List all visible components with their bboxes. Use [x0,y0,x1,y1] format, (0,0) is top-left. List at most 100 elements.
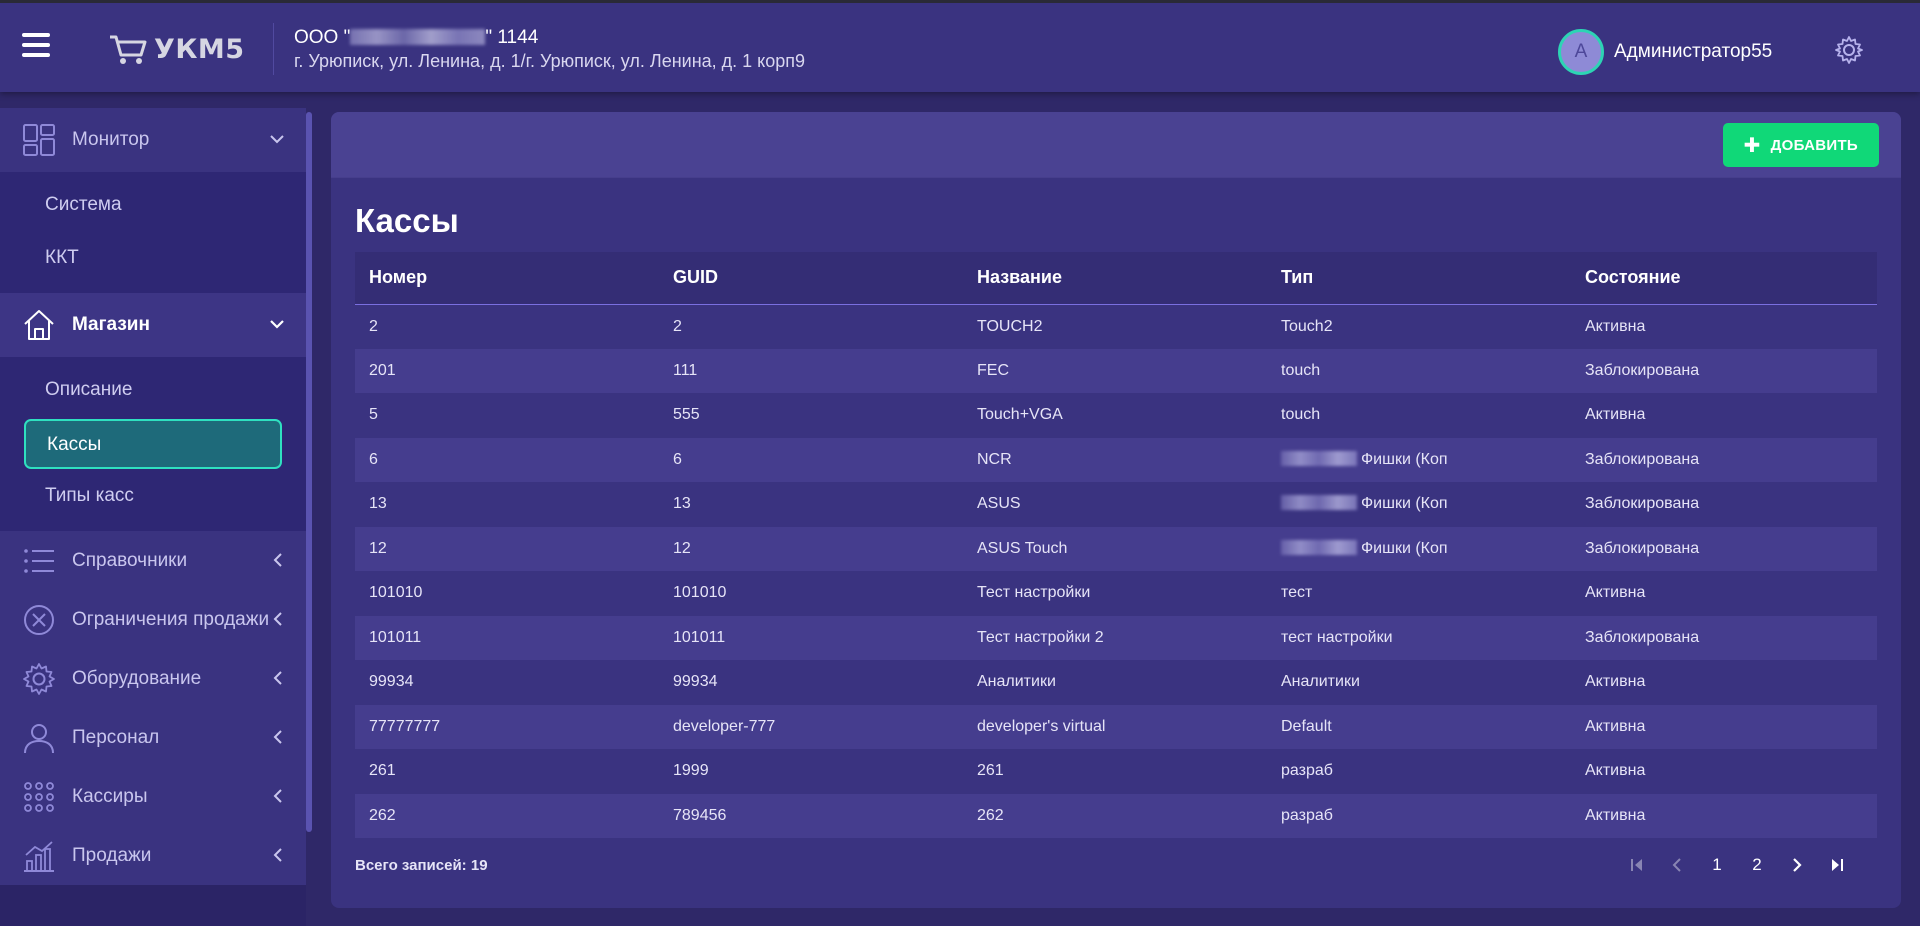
dashboard-icon [23,124,55,156]
cell-name: ASUS Touch [977,539,1068,557]
cell-state: Заблокирована [1585,450,1700,468]
sidebar-item-label: Продажи [72,844,152,866]
cell-number: 77777777 [369,717,441,735]
column-header-state[interactable]: Состояние [1571,252,1877,305]
cancel-icon [24,604,54,635]
sidebar-scrollbar[interactable] [306,112,312,832]
table-row[interactable]: 262 789456 262 разраб Активна [355,793,1877,838]
cell-state: Активна [1585,317,1646,335]
sidebar-item-label: Магазин [72,314,150,335]
cell-guid: developer-777 [673,717,776,735]
menu-icon[interactable] [22,33,50,57]
table-row[interactable]: 101010 101010 Тест настройки тест Активна [355,571,1877,616]
cell-type: Touch2 [1281,317,1333,335]
table-row[interactable]: 99934 99934 Аналитики Аналитики Активна [355,660,1877,705]
next-page-button[interactable] [1777,848,1817,882]
chevron-left-icon [273,789,282,803]
gear-icon[interactable] [1834,35,1864,65]
table-row[interactable]: 77777777 developer-777 developer's virtual… [355,704,1877,749]
sidebar-item-label: Ограничения продажи [72,608,270,630]
home-icon [24,310,54,340]
cell-number: 262 [369,806,396,824]
last-page-button[interactable] [1817,848,1857,882]
org-address: г. Урюписк, ул. Ленина, д. 1/г. Урюписк,… [294,51,806,71]
plus-icon: ✚ [1743,134,1761,157]
cell-guid: 6 [673,450,682,468]
sidebar-item-label: Монитор [72,129,150,150]
cell-guid: 12 [673,539,691,557]
sidebar-item-sales[interactable]: Продажи [0,826,306,885]
chart-icon [24,840,54,872]
prev-page-button[interactable] [1657,848,1697,882]
table-row[interactable]: 5 555 Touch+VGA touch Активна [355,393,1877,438]
redacted-org-name [350,29,486,45]
cell-state: Заблокирована [1585,361,1700,379]
cell-type: Фишки (Коп [1267,527,1571,572]
cell-number: 101011 [369,628,422,646]
table-row[interactable]: 13 13 ASUS Фишки (Коп Заблокирована [355,482,1877,527]
sidebar-item-sale-restrictions[interactable]: Ограничения продажи [0,590,306,649]
sidebar-item-registers[interactable]: Кассы [24,419,282,469]
table-row[interactable]: 261 1999 261 разраб Активна [355,749,1877,794]
chevron-left-icon [1672,858,1681,872]
table-row[interactable]: 201 111 FEC touch Заблокирована [355,348,1877,393]
add-button[interactable]: ✚ ДОБАВИТЬ [1722,123,1879,167]
last-page-icon [1832,859,1843,871]
sidebar-item-references[interactable]: Справочники [0,531,306,590]
column-header-number[interactable]: Номер [355,252,659,305]
table-row[interactable]: 12 12 ASUS Touch Фишки (Коп Заблокирована [355,526,1877,572]
sidebar-item-kkt[interactable]: ККТ [24,234,282,284]
table-row[interactable]: 6 6 NCR Фишки (Коп Заблокирована [355,437,1877,482]
cell-name: Touch+VGA [977,406,1063,424]
table-row[interactable]: 2 2 TOUCH2 Touch2 Активна [355,304,1877,349]
header-divider [273,23,274,75]
cell-state: Активна [1585,584,1646,602]
sidebar-item-shop[interactable]: Магазин [0,293,306,357]
grid-dots-icon [24,781,54,812]
table-row[interactable]: 101011 101011 Тест настройки 2 тест настрой… [355,615,1877,660]
app-logo[interactable]: УКМ5 [108,29,245,69]
sidebar-item-label: Персонал [72,726,160,748]
sidebar-item-system[interactable]: Система [24,181,282,231]
cell-guid: 101011 [673,628,726,646]
pagination: 1 2 [1617,848,1857,882]
chevron-left-icon [273,671,282,685]
column-header-type[interactable]: Тип [1267,252,1571,305]
first-page-button[interactable] [1617,848,1657,882]
cell-number: 5 [369,406,378,424]
first-page-icon [1631,859,1642,871]
column-header-name[interactable]: Название [963,252,1267,305]
avatar[interactable]: А [1558,29,1604,75]
sidebar-item-equipment[interactable]: Оборудование [0,649,306,708]
cell-name: 262 [977,806,1004,824]
chevron-left-icon [273,730,282,744]
cell-guid: 1999 [673,762,709,780]
column-header-guid[interactable]: GUID [659,252,963,305]
registers-table: Номер GUID Название Тип Состояние 2 2 TOUC… [355,252,1877,838]
redacted-type-prefix [1281,539,1357,555]
chevron-right-icon [1793,858,1802,872]
redacted-type-prefix [1281,495,1357,511]
cell-number: 201 [369,361,396,379]
page-2-button[interactable]: 2 [1737,848,1777,882]
cell-type: тест настройки [1281,628,1393,646]
chevron-left-icon [273,612,282,626]
sidebar-item-monitor[interactable]: Монитор [0,108,306,172]
page-1-button[interactable]: 1 [1697,848,1737,882]
chevron-left-icon [273,848,282,862]
sidebar-item-register-types[interactable]: Типы касс [24,472,282,522]
cell-name: NCR [977,450,1012,468]
cell-state: Активна [1585,406,1646,424]
sidebar-item-cashiers[interactable]: Кассиры [0,767,306,826]
sidebar-item-staff[interactable]: Персонал [0,708,306,767]
sidebar-item-label: Справочники [72,549,188,571]
cell-guid: 789456 [673,806,727,824]
page-title: Кассы [355,202,459,239]
cell-guid: 111 [673,361,698,379]
cell-type: touch [1281,361,1321,379]
cell-type: Фишки (Коп [1267,482,1571,527]
user-menu[interactable]: А Администратор55 [1558,29,1772,75]
cell-state: Заблокирована [1585,495,1700,513]
sidebar-item-description[interactable]: Описание [24,366,282,416]
cell-name: 261 [977,762,1004,780]
